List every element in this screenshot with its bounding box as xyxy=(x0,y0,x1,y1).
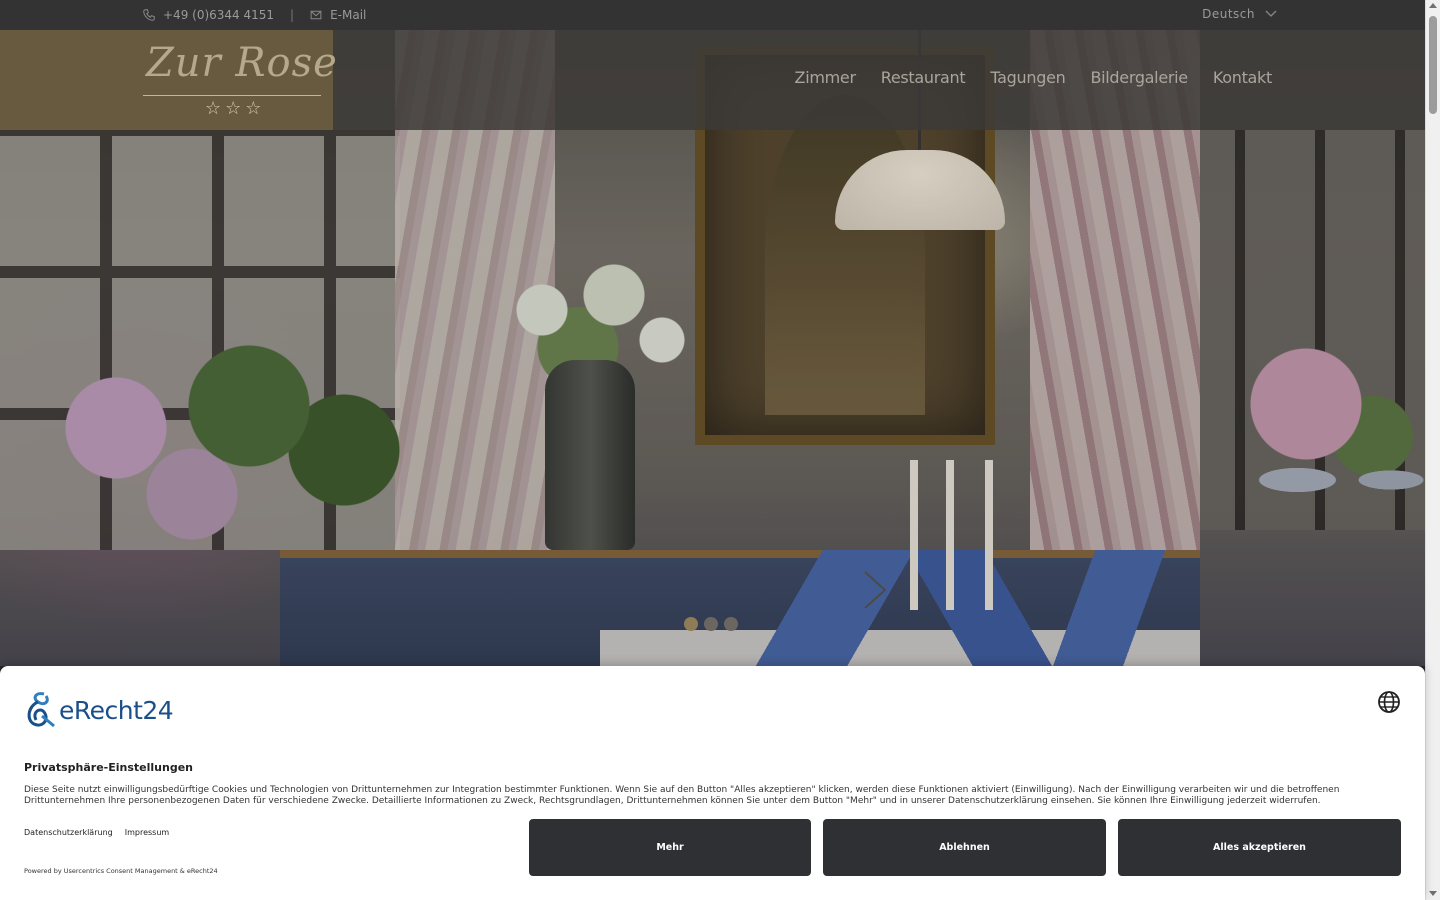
contact-info: +49 (0)6344 4151 | E-Mail xyxy=(143,8,366,22)
scroll-up-icon[interactable] xyxy=(1429,3,1437,8)
slider-dots xyxy=(684,617,738,631)
erecht24-wordmark: eRecht24 xyxy=(59,695,174,725)
logo-text: Zur Rose xyxy=(146,40,338,86)
nav-item-bildergalerie[interactable]: Bildergalerie xyxy=(1090,68,1188,87)
language-selector[interactable]: Deutsch xyxy=(1202,7,1277,21)
logo-divider xyxy=(143,95,321,96)
erecht24-mark-icon xyxy=(27,692,55,728)
more-button[interactable]: Mehr xyxy=(529,819,811,876)
consent-links: Datenschutzerklärung Impressum xyxy=(24,828,169,837)
chevron-down-icon xyxy=(1265,10,1277,17)
top-bar: +49 (0)6344 4151 | E-Mail Deutsch xyxy=(0,0,1425,30)
imprint-link[interactable]: Impressum xyxy=(125,828,169,837)
language-label: Deutsch xyxy=(1202,7,1255,21)
slider-dot-1[interactable] xyxy=(684,617,698,631)
nav-item-restaurant[interactable]: Restaurant xyxy=(881,68,966,87)
main-nav: Zimmer Restaurant Tagungen Bildergalerie… xyxy=(795,68,1273,87)
scrollbar-thumb[interactable] xyxy=(1429,16,1437,114)
scrollbar[interactable] xyxy=(1425,0,1440,900)
phone-icon xyxy=(143,9,155,21)
consent-description: Diese Seite nutzt einwilligungsbedürftig… xyxy=(24,785,1340,806)
consent-title: Privatsphäre-Einstellungen xyxy=(24,761,193,774)
site-header: Zur Rose ☆☆☆ Zimmer Restaurant Tagungen … xyxy=(0,30,1425,130)
slider-next-icon[interactable] xyxy=(860,570,890,610)
email-link[interactable]: E-Mail xyxy=(330,8,366,22)
slider-dot-2[interactable] xyxy=(704,617,718,631)
star-rating-icon: ☆☆☆ xyxy=(205,98,266,119)
logo[interactable]: Zur Rose ☆☆☆ xyxy=(0,30,338,130)
nav-item-zimmer[interactable]: Zimmer xyxy=(795,68,857,87)
language-globe-icon[interactable] xyxy=(1377,690,1401,714)
privacy-policy-link[interactable]: Datenschutzerklärung xyxy=(24,828,113,837)
slider-dot-3[interactable] xyxy=(724,617,738,631)
cookie-consent-banner: eRecht24 Privatsphäre-Einstellungen Dies… xyxy=(0,666,1425,900)
phone-link[interactable]: +49 (0)6344 4151 xyxy=(163,8,274,22)
deny-button[interactable]: Ablehnen xyxy=(823,819,1106,876)
powered-by-text: Powered by Usercentrics Consent Manageme… xyxy=(24,867,218,875)
erecht24-logo: eRecht24 xyxy=(24,690,174,730)
nav-item-kontakt[interactable]: Kontakt xyxy=(1213,68,1272,87)
envelope-icon xyxy=(310,10,322,20)
nav-item-tagungen[interactable]: Tagungen xyxy=(990,68,1065,87)
divider: | xyxy=(290,8,295,22)
scroll-down-icon[interactable] xyxy=(1429,891,1437,896)
accept-all-button[interactable]: Alles akzeptieren xyxy=(1118,819,1401,876)
